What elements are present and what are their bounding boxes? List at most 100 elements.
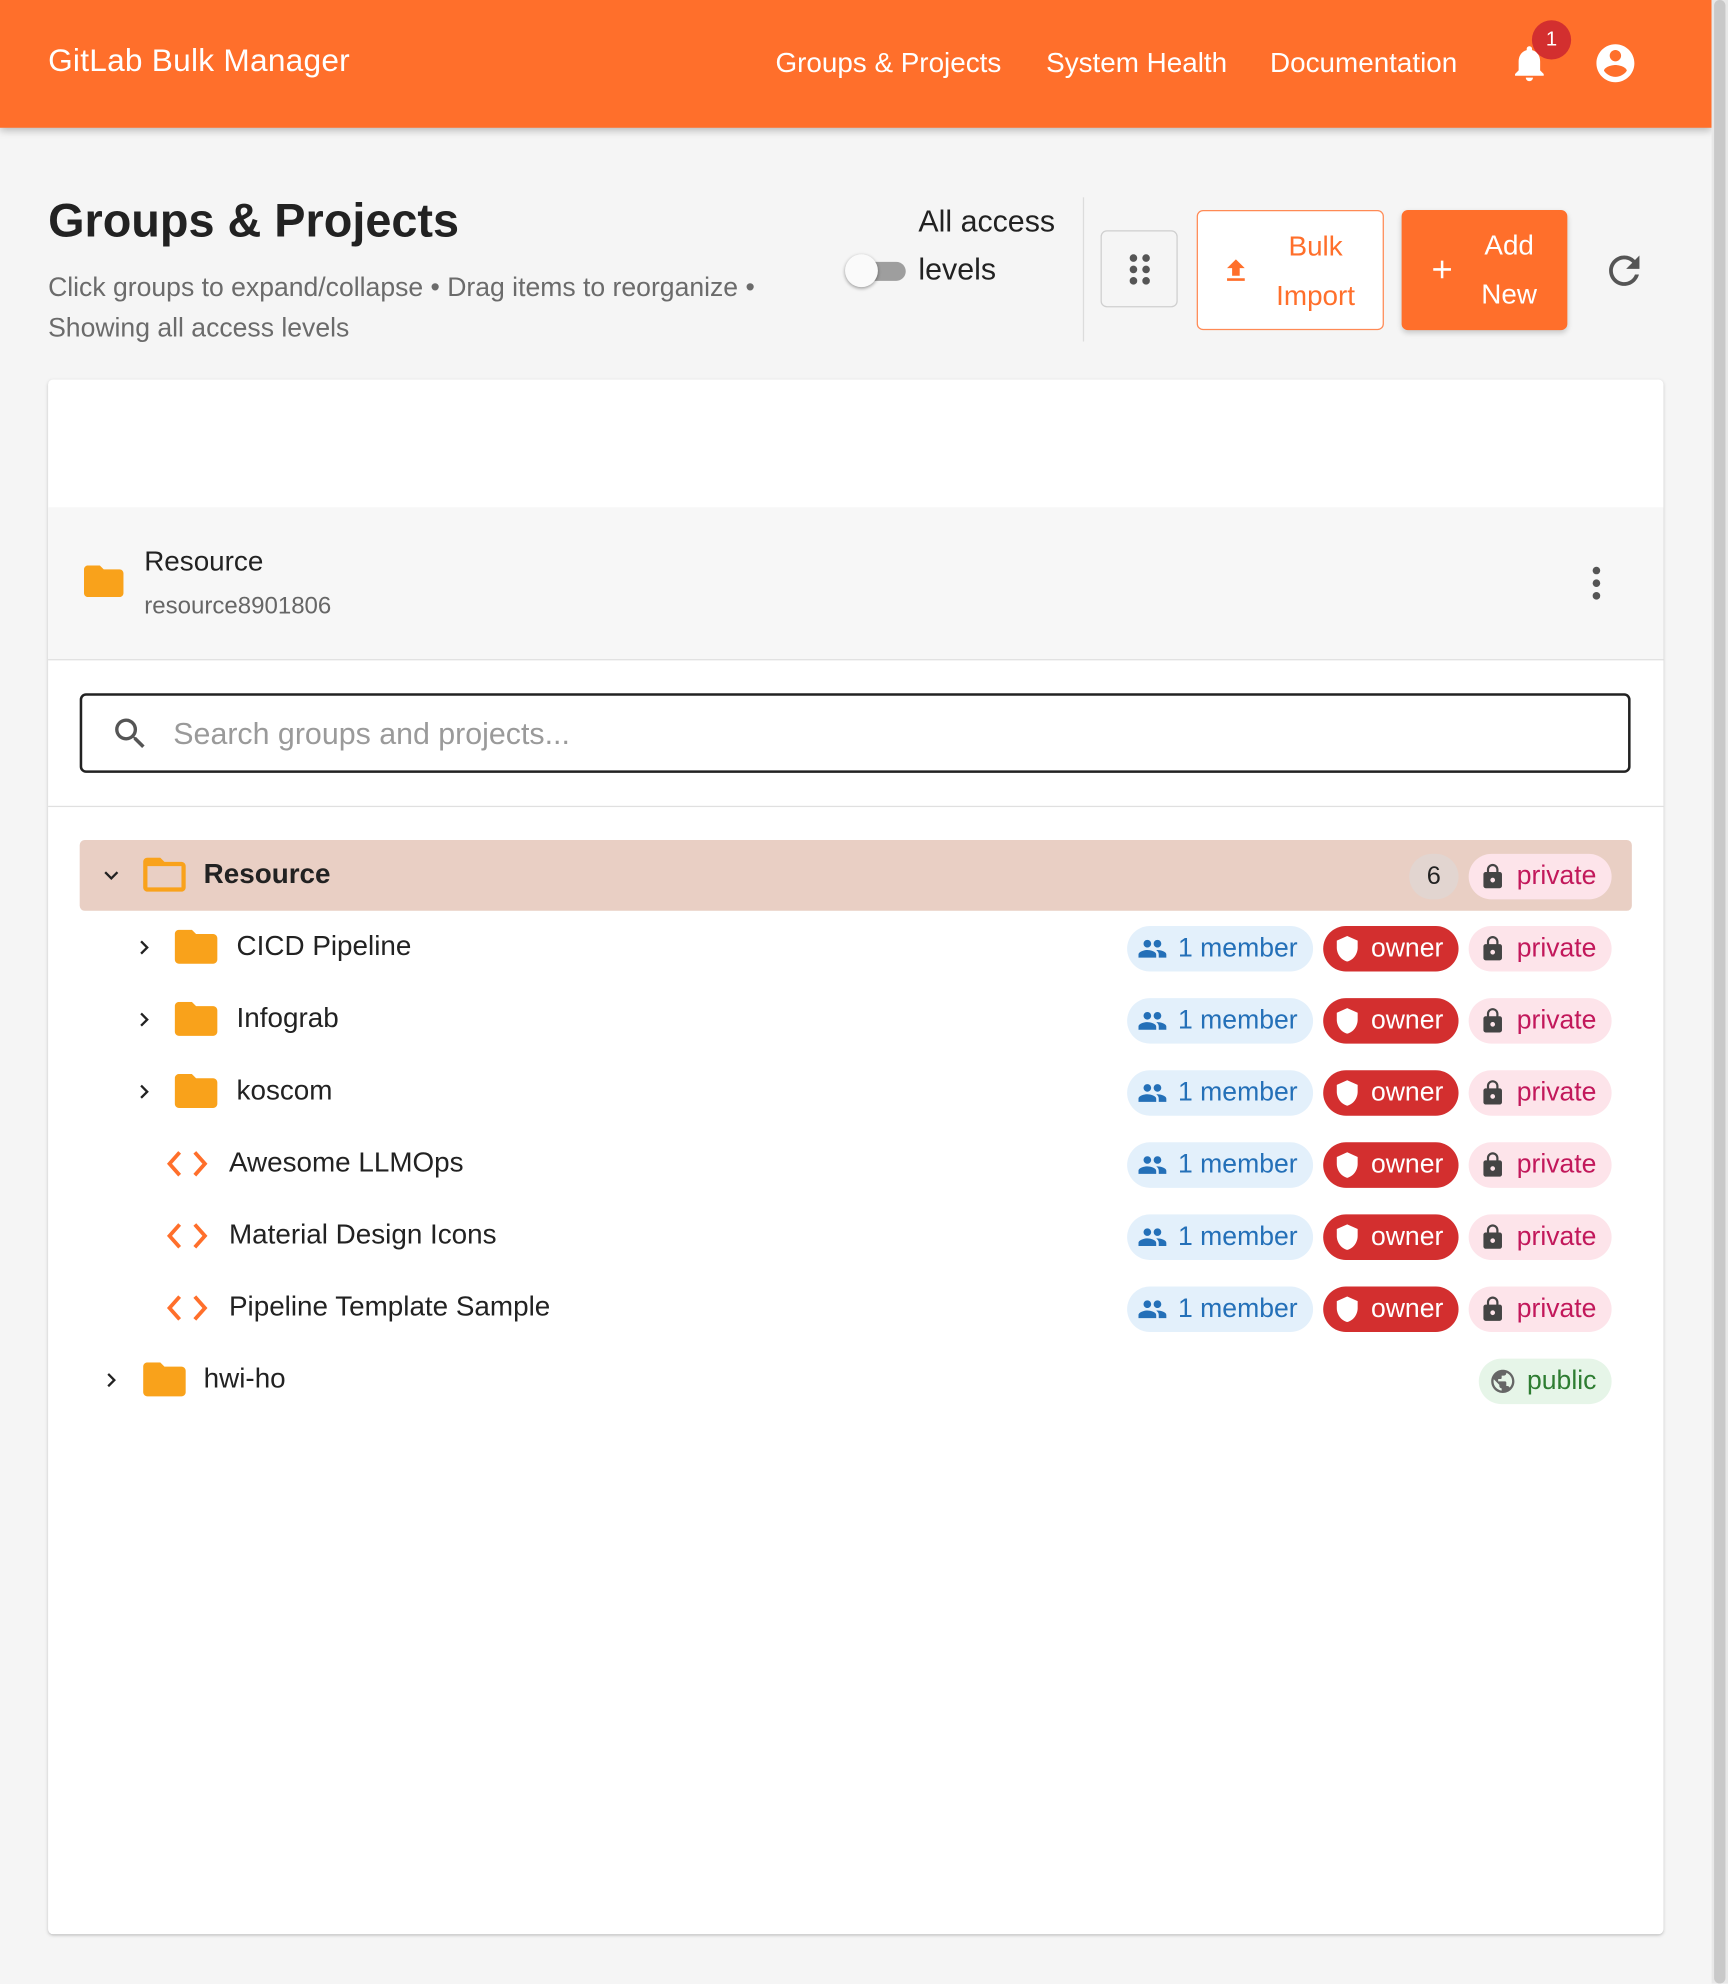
bulk-import-button[interactable]: Bulk Import [1196, 209, 1384, 331]
code-icon [166, 1295, 208, 1321]
people-icon [1138, 1012, 1167, 1030]
tree-row-chips: 1 member owner private [1127, 1142, 1612, 1188]
tree-row-label: Material Design Icons [228, 1218, 497, 1250]
upload-icon [1227, 259, 1245, 281]
search-input[interactable] [170, 705, 1593, 765]
code-icon [166, 1223, 208, 1249]
role-label: owner [1370, 1077, 1444, 1107]
visibility-label: private [1516, 1077, 1597, 1107]
chevron-right-icon[interactable] [130, 934, 158, 962]
tree-row-group[interactable]: Infograb 1 member owner private [80, 984, 1632, 1055]
page-scrollbar[interactable] [1711, 0, 1728, 1984]
role-chip: owner [1322, 1070, 1459, 1116]
tree-row-label: Awesome LLMOps [228, 1146, 464, 1178]
plus-icon [1433, 260, 1451, 279]
bulk-import-label: Bulk Import [1276, 230, 1356, 312]
members-label: 1 member [1178, 1149, 1298, 1179]
role-label: owner [1370, 1005, 1444, 1035]
root-group-header[interactable]: Resource resource8901806 [48, 507, 1664, 661]
root-group-path: resource8901806 [144, 593, 332, 620]
people-icon [1138, 939, 1167, 958]
add-new-button[interactable]: Add New [1401, 209, 1568, 331]
nav-system-health[interactable]: System Health [1046, 47, 1227, 80]
people-icon [1138, 1300, 1167, 1319]
visibility-chip: public [1478, 1358, 1612, 1405]
tree-row-label: CICD Pipeline [236, 929, 412, 962]
visibility-label: private [1516, 1294, 1597, 1324]
visibility-chip: private [1468, 853, 1612, 900]
tree-row-label: Resource [203, 857, 331, 890]
tree-row-label: Infograb [236, 1001, 339, 1034]
more-vert-icon[interactable] [1584, 563, 1609, 603]
visibility-label: private [1516, 861, 1597, 891]
tree-row-resource[interactable]: Resource 6 private [79, 839, 1632, 911]
access-levels-toggle[interactable] [845, 254, 906, 288]
tree-row-chips: 1 member owner private [1127, 998, 1612, 1044]
visibility-label: public [1527, 1366, 1597, 1396]
drag-indicator-icon [1129, 254, 1150, 285]
members-chip: 1 member [1127, 1142, 1313, 1188]
account-circle-icon[interactable] [1593, 40, 1639, 86]
shield-icon [1336, 1080, 1358, 1106]
access-levels-toggle-label: All access levels [918, 204, 1056, 288]
visibility-chip: private [1468, 1286, 1612, 1333]
shield-icon [1336, 935, 1358, 962]
visibility-label: private [1516, 1149, 1597, 1179]
tree-row-label: koscom [236, 1073, 333, 1106]
toolbar-divider [1082, 197, 1085, 342]
role-chip: owner [1322, 998, 1459, 1044]
app-bar: GitLab Bulk Manager Groups & Projects Sy… [0, 0, 1712, 128]
role-label: owner [1370, 933, 1444, 963]
lock-icon [1483, 935, 1502, 961]
tree-row-project[interactable]: Awesome LLMOps 1 member owner private [80, 1128, 1632, 1199]
shield-icon [1336, 1224, 1358, 1250]
tree-row-chips: 1 member owner private [1127, 1214, 1612, 1260]
scrollbar-thumb[interactable] [1714, 0, 1726, 1984]
tree-row-chips: 1 member owner private [1127, 925, 1612, 972]
nav-groups-projects[interactable]: Groups & Projects [775, 47, 1001, 80]
lock-icon [1483, 1296, 1502, 1321]
lock-icon [1483, 1224, 1502, 1249]
people-icon [1138, 1156, 1167, 1174]
tree-row-group[interactable]: koscom 1 member owner private [80, 1056, 1632, 1127]
page-subtitle: Click groups to expand/collapse • Drag i… [48, 273, 755, 343]
chevron-right-icon[interactable] [130, 1078, 158, 1106]
refresh-icon[interactable] [1601, 248, 1647, 294]
page-title: Groups & Projects [48, 194, 460, 247]
shield-icon [1336, 1296, 1358, 1323]
folder-open-icon [143, 857, 186, 892]
search-box[interactable] [79, 693, 1631, 773]
chevron-right-icon[interactable] [97, 1366, 125, 1394]
shield-icon [1336, 1008, 1358, 1034]
drag-mode-button[interactable] [1100, 230, 1178, 308]
nav-documentation[interactable]: Documentation [1270, 47, 1457, 80]
tree-row-chips: public [1478, 1358, 1612, 1405]
tree-row-hwi-ho[interactable]: hwi-ho public [80, 1345, 1632, 1416]
folder-icon [83, 565, 124, 598]
chevron-right-icon[interactable] [130, 1006, 158, 1034]
app-title[interactable]: GitLab Bulk Manager [48, 43, 350, 80]
tree-row-project[interactable]: Material Design Icons 1 member owner privat… [80, 1200, 1632, 1271]
search-icon [115, 718, 145, 749]
lock-icon [1483, 1152, 1502, 1177]
shield-icon [1336, 1152, 1358, 1178]
members-label: 1 member [1178, 1221, 1298, 1252]
root-group-name: Resource [144, 545, 264, 577]
visibility-label: private [1516, 933, 1597, 963]
toggle-knob [845, 254, 878, 288]
search-section [48, 660, 1664, 808]
code-icon [166, 1151, 208, 1177]
tree-row-project[interactable]: Pipeline Template Sample 1 member owner pri… [80, 1273, 1632, 1344]
chevron-down-icon[interactable] [97, 861, 125, 889]
members-chip: 1 member [1127, 1214, 1313, 1260]
tree-row-chips: 1 member owner private [1127, 1070, 1612, 1116]
people-icon [1138, 1228, 1167, 1247]
add-new-label: Add New [1481, 228, 1537, 310]
tree-row-group[interactable]: CICD Pipeline 1 member owner private [80, 912, 1632, 983]
role-chip: owner [1322, 1142, 1459, 1188]
lock-icon [1483, 1080, 1502, 1105]
role-label: owner [1370, 1221, 1444, 1252]
visibility-chip: private [1468, 1142, 1612, 1188]
lock-icon [1483, 863, 1502, 889]
visibility-chip: private [1468, 1070, 1612, 1116]
